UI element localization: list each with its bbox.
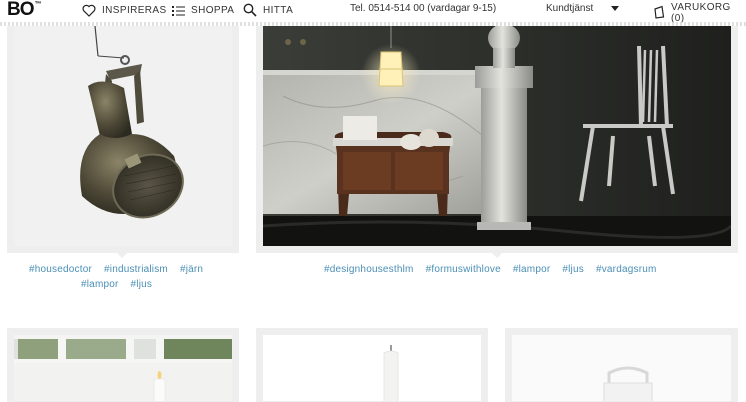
nav-hitta-label: HITTA: [263, 4, 294, 16]
window-candle-image: [14, 335, 232, 401]
card-pointer: [116, 252, 128, 258]
product-card-candle[interactable]: [256, 328, 488, 402]
tag-link[interactable]: #industrialism: [104, 264, 168, 275]
product-card-lantern[interactable]: [505, 328, 738, 402]
search-icon: [243, 3, 257, 17]
cart-label: VARUKORG (0): [671, 2, 731, 24]
chevron-down-icon: [611, 6, 620, 11]
product-card-lamp[interactable]: [7, 26, 239, 258]
customer-service-dropdown[interactable]: Kundtjänst: [546, 3, 620, 14]
nav-inspireras-label: INSPIRERAS: [102, 4, 167, 16]
nav-inspireras[interactable]: INSPIRERAS: [82, 2, 167, 18]
phone-number: Tel. 0514-514 00 (vardagar 9-15): [350, 3, 497, 14]
tag-link[interactable]: #lampor: [81, 279, 119, 290]
interior-image: [263, 26, 731, 246]
nav-hitta[interactable]: HITTA: [243, 2, 293, 18]
tag-link[interactable]: #housedoctor: [29, 264, 92, 275]
product-card-window-candle[interactable]: [7, 328, 239, 402]
tag-link[interactable]: #ljus: [131, 279, 153, 290]
card-pointer: [491, 252, 503, 258]
nav-shoppa-label: SHOPPA: [191, 4, 235, 16]
tag-link[interactable]: #formuswithlove: [426, 264, 501, 275]
customer-service-label: Kundtjänst: [546, 3, 594, 14]
tag-link[interactable]: #designhousesthlm: [324, 264, 414, 275]
tag-link[interactable]: #järn: [180, 264, 203, 275]
cart-link[interactable]: VARUKORG (0): [653, 2, 746, 24]
list-icon: [172, 5, 185, 16]
tag-link[interactable]: #lampor: [513, 264, 551, 275]
tag-list-interior: #designhousesthlm #formuswithlove #lampor #…: [324, 262, 724, 277]
nav-shoppa[interactable]: SHOPPA: [172, 2, 234, 18]
lamp-image: [14, 26, 232, 246]
top-bar: BO™ INSPIRERAS SHOPPA HITTA Tel. 0514-51…: [0, 0, 746, 26]
candle-image: [263, 335, 481, 401]
tag-link[interactable]: #vardagsrum: [596, 264, 657, 275]
tag-link[interactable]: #ljus: [562, 264, 584, 275]
cart-icon: [653, 5, 665, 22]
tag-list-lamp: #housedoctor #industrialism #järn #lampor #l…: [29, 262, 229, 292]
lantern-image: [512, 335, 731, 401]
heart-icon: [82, 4, 96, 17]
inspiration-card-interior[interactable]: [256, 26, 738, 258]
logo[interactable]: BO™: [7, 0, 42, 21]
